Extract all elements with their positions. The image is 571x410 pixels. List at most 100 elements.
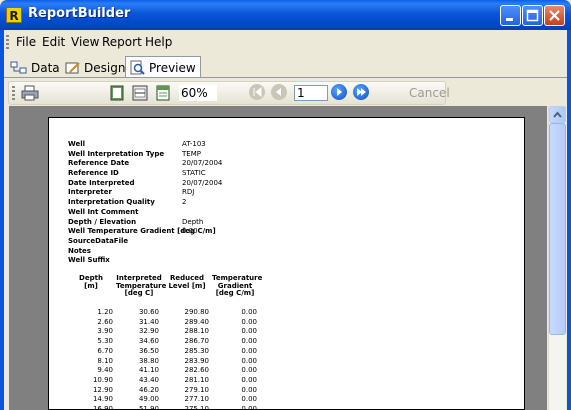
- toolbar-panel: 60% 1 Cancel: [8, 81, 450, 105]
- tab-strip: Data Design Preview: [4, 56, 567, 78]
- actual-size-icon[interactable]: [155, 85, 171, 101]
- preview-viewport[interactable]: Well AT-103 Well Interpretation Type TEMP Re…: [9, 106, 547, 410]
- window-title: ReportBuilder: [28, 6, 131, 21]
- design-icon: [65, 61, 80, 73]
- cell-depth: 14.90: [92, 395, 113, 404]
- cell-depth: 10.90: [92, 375, 113, 384]
- cell-gradient: 0.00: [241, 356, 257, 365]
- header-reduced-level: Reduced Level [m]: [168, 274, 206, 290]
- cell-temperature: 51.90: [138, 405, 159, 410]
- tab-data[interactable]: Data: [10, 58, 60, 77]
- field-label: Notes: [68, 246, 91, 255]
- cell-reduced-level: 285.30: [184, 346, 210, 355]
- first-page-icon: [253, 86, 262, 98]
- cell-gradient: 0.00: [241, 366, 257, 375]
- next-page-icon: [337, 88, 342, 96]
- last-page-button[interactable]: [353, 84, 369, 100]
- minimize-button[interactable]: [500, 5, 521, 26]
- field-value: 2: [182, 198, 187, 207]
- field-value: AT-103: [182, 140, 206, 148]
- cell-depth: 8.10: [97, 356, 113, 365]
- cell-depth: 5.30: [97, 337, 113, 346]
- cell-temperature: 32.90: [138, 327, 159, 336]
- previous-page-icon: [276, 88, 281, 96]
- print-icon[interactable]: [21, 85, 39, 101]
- preview-icon: [130, 60, 145, 75]
- cell-depth: 2.60: [97, 317, 113, 326]
- cell-reduced-level: 275.10: [184, 405, 210, 410]
- menu-grip-icon: [6, 35, 9, 49]
- page-width-icon[interactable]: [132, 85, 148, 101]
- cell-gradient: 0.00: [241, 385, 257, 394]
- header-depth: Depth [m]: [79, 274, 103, 290]
- field-label: SourceDataFile: [68, 236, 129, 245]
- cell-temperature: 46.20: [138, 385, 159, 394]
- vertical-scrollbar[interactable]: [548, 106, 566, 410]
- cell-reduced-level: 289.40: [184, 317, 210, 326]
- scroll-up-icon: [553, 111, 562, 118]
- cell-gradient: 0.00: [241, 337, 257, 346]
- tab-preview[interactable]: Preview: [125, 56, 201, 78]
- field-label: Depth / Elevation: [68, 217, 137, 226]
- cell-reduced-level: 283.90: [184, 356, 210, 365]
- menu-file[interactable]: File: [16, 35, 36, 49]
- app-icon: R: [6, 7, 22, 23]
- cell-depth: 16.90: [92, 405, 113, 410]
- cell-depth: 9.40: [97, 366, 113, 375]
- field-label: Reference Date: [68, 159, 130, 168]
- cell-reduced-level: 282.60: [184, 366, 210, 375]
- minimize-icon: [506, 18, 513, 21]
- close-button[interactable]: [544, 5, 565, 26]
- title-bar[interactable]: R ReportBuilder: [0, 0, 571, 30]
- page-number-field[interactable]: 1: [294, 85, 328, 101]
- header-temperature: Interpreted Temperature [deg C]: [116, 274, 167, 297]
- menu-report[interactable]: Report: [102, 35, 142, 49]
- scroll-up-button[interactable]: [549, 106, 566, 123]
- cell-temperature: 49.00: [138, 395, 159, 404]
- maximize-button[interactable]: [522, 5, 543, 26]
- field-label: Well Suffix: [68, 256, 110, 265]
- cell-temperature: 34.60: [138, 337, 159, 346]
- field-label: Interpreter: [68, 188, 112, 197]
- cell-temperature: 41.10: [138, 366, 159, 375]
- tab-design[interactable]: Design: [65, 58, 125, 77]
- cell-temperature: 36.50: [138, 346, 159, 355]
- cell-reduced-level: 279.10: [184, 385, 210, 394]
- field-value: 20/07/2004: [182, 178, 223, 187]
- cell-temperature: 31.40: [138, 317, 159, 326]
- field-label: Reference ID: [68, 169, 119, 178]
- first-page-button[interactable]: [249, 84, 265, 100]
- next-page-button[interactable]: [331, 84, 347, 100]
- field-value: RDJ: [182, 188, 195, 197]
- cell-gradient: 0.00: [241, 375, 257, 384]
- whole-page-icon[interactable]: [109, 85, 125, 101]
- field-label: Well: [68, 140, 86, 148]
- field-value: Depth: [182, 217, 204, 226]
- menu-help[interactable]: Help: [145, 35, 172, 49]
- cell-depth: 3.90: [97, 327, 113, 336]
- field-label: Well Int Comment: [68, 207, 139, 216]
- cell-gradient: 0.00: [241, 317, 257, 326]
- last-page-icon: [357, 88, 366, 96]
- cancel-button[interactable]: Cancel: [409, 86, 450, 100]
- cell-temperature: 38.80: [138, 356, 159, 365]
- cell-temperature: 43.40: [138, 375, 159, 384]
- tab-preview-label: Preview: [149, 60, 196, 75]
- cell-gradient: 0.00: [241, 346, 257, 355]
- close-icon: [549, 10, 560, 21]
- cell-temperature: 30.60: [138, 308, 159, 316]
- tab-design-label: Design: [84, 60, 126, 75]
- field-value: 20/07/2004: [182, 159, 223, 168]
- zoom-field[interactable]: 60%: [179, 85, 217, 101]
- field-value: TEMP: [182, 149, 201, 158]
- previous-page-button[interactable]: [271, 84, 287, 100]
- cell-gradient: 0.00: [241, 327, 257, 336]
- scroll-thumb[interactable]: [549, 123, 566, 335]
- menu-edit[interactable]: Edit: [42, 35, 65, 49]
- menu-view[interactable]: View: [71, 35, 99, 49]
- field-value: 0.00: [182, 227, 198, 236]
- toolbar-grip-icon: [12, 86, 15, 100]
- cell-depth: 12.90: [92, 385, 113, 394]
- cell-reduced-level: 277.10: [184, 395, 210, 404]
- field-label: Well Interpretation Type: [68, 149, 165, 158]
